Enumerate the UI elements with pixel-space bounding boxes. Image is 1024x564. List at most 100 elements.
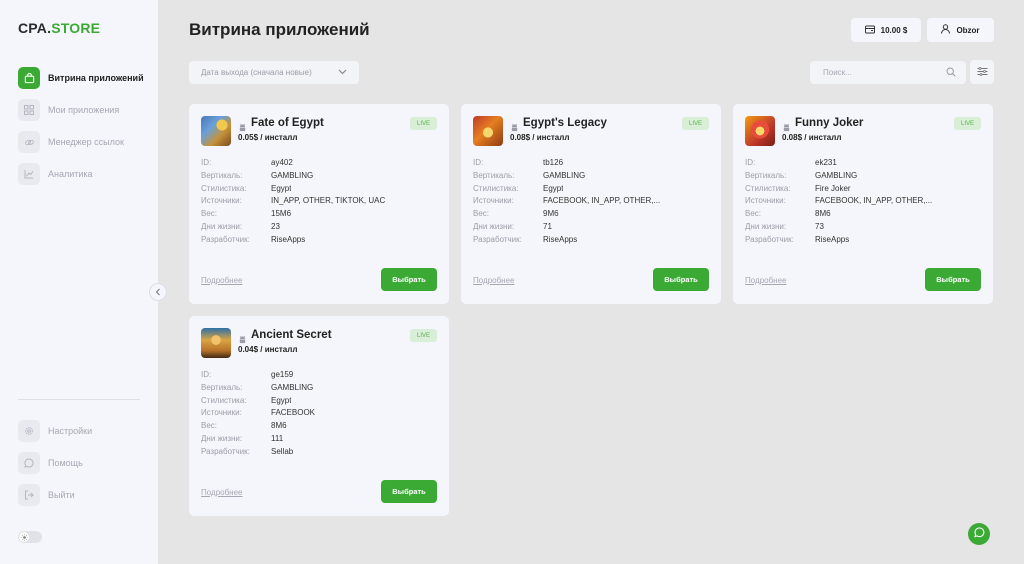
sort-select[interactable]: Дата выхода (сначала новые) [189,61,359,84]
balance-amount: 10.00 $ [880,25,908,35]
meta-value-id: ek231 [815,158,837,167]
filter-settings-button[interactable] [970,60,994,84]
select-button[interactable]: Выбрать [381,480,437,503]
select-button[interactable]: Выбрать [925,268,981,291]
live-badge: LIVE [954,117,981,130]
logo[interactable]: CPA.STORE [18,20,100,36]
meta-value-vertical: GAMBLING [815,170,858,180]
sidebar-item-logout[interactable]: Выйти [18,484,75,506]
meta-label: ID: [473,158,484,167]
sidebar-item-my-apps[interactable]: Мои приложения [18,99,119,121]
meta-row-sources: Источники: FACEBOOK, IN_APP, OTHER,... [473,196,660,209]
meta-value-weight: 8M6 [271,421,287,431]
live-badge: LIVE [410,329,437,342]
app-name: Funny Joker [795,117,864,129]
meta-label: Стилистика: [745,183,791,193]
live-badge: LIVE [410,117,437,130]
meta-label: Источники: [745,196,786,206]
select-button[interactable]: Выбрать [653,268,709,291]
app-thumbnail[interactable] [745,116,775,146]
meta-value-lifetime: 71 [543,221,552,231]
meta-label: ID: [201,370,212,379]
details-link[interactable]: Подробнее [201,276,243,285]
meta-row-lifetime: Дни жизни: 111 [201,434,315,447]
sidebar-item-settings[interactable]: Настройки [18,420,92,442]
meta-label: Источники: [201,196,242,206]
sort-select-value: Дата выхода (сначала новые) [201,68,312,77]
meta-label: Дни жизни: [201,433,243,443]
app-price: 0.05$ / инсталл [238,133,298,142]
chat-icon [973,525,985,543]
meta-value-weight: 9M6 [543,209,559,219]
meta-row-style: Стилистика: Egypt [201,396,315,409]
meta-value-developer: RiseApps [815,234,850,244]
meta-row-vertical: Вертикаль: GAMBLING [201,383,315,396]
user-menu-button[interactable]: Obzor [927,18,994,42]
meta-value-style: Egypt [271,395,292,405]
search-icon [946,66,956,79]
meta-label: Дни жизни: [473,221,515,231]
meta-label: Источники: [201,408,242,418]
app-card: Fate of Egypt 0.05$ / инсталл LIVE ID: a… [189,104,449,304]
chevron-left-icon [155,283,161,301]
select-button[interactable]: Выбрать [381,268,437,291]
meta-value-weight: 15M6 [271,209,292,219]
theme-toggle[interactable] [18,531,42,543]
meta-row-developer: Разработчик: RiseApps [201,235,385,248]
sidebar-item-help[interactable]: Помощь [18,452,83,474]
meta-label: Вертикаль: [201,382,243,392]
sidebar-item-label: Выйти [48,490,75,500]
meta-row-vertical: Вертикаль: GAMBLING [745,171,932,184]
sidebar-item-analytics[interactable]: Аналитика [18,163,93,185]
meta-value-style: Egypt [271,183,292,193]
gear-icon [18,420,40,442]
sidebar-item-link-manager[interactable]: Менеджер ссылок [18,131,124,153]
meta-value-developer: Sellab [271,446,294,456]
meta-label: Вес: [473,209,490,219]
meta-label: Вертикаль: [201,170,243,180]
user-icon [941,24,951,36]
app-meta: ID: ek231 Вертикаль: GAMBLING Стилистика… [745,158,932,248]
meta-label: Вертикаль: [745,170,787,180]
live-badge: LIVE [682,117,709,130]
meta-value-lifetime: 111 [271,433,284,443]
meta-label: Дни жизни: [745,221,787,231]
sidebar-collapse-button[interactable] [149,283,167,301]
details-link[interactable]: Подробнее [473,276,515,285]
support-chat-button[interactable] [968,523,990,545]
meta-label: Дни жизни: [201,221,243,231]
sidebar-item-label: Настройки [48,426,93,436]
balance-button[interactable]: 10.00 $ [851,18,921,42]
details-link[interactable]: Подробнее [201,488,243,497]
sidebar: CPA.STORE Витрина приложений Мои приложе… [0,0,158,564]
meta-row-developer: Разработчик: Sellab [201,447,315,460]
chart-icon [18,163,40,185]
meta-row-id: ID: tb126 [473,158,660,171]
meta-label: Источники: [473,196,514,206]
meta-row-weight: Вес: 8M6 [745,209,932,222]
meta-label: Стилистика: [201,183,247,193]
app-thumbnail[interactable] [473,116,503,146]
app-meta: ID: tb126 Вертикаль: GAMBLING Стилистика… [473,158,660,248]
meta-row-id: ID: ge159 [201,370,315,383]
meta-value-id: ay402 [271,158,293,167]
app-thumbnail[interactable] [201,116,231,146]
meta-row-developer: Разработчик: RiseApps [745,235,932,248]
sliders-icon [977,63,988,81]
app-thumbnail[interactable] [201,328,231,358]
meta-value-id: tb126 [543,158,564,167]
meta-row-lifetime: Дни жизни: 73 [745,222,932,235]
meta-value-vertical: GAMBLING [543,170,586,180]
search-input[interactable]: Поиск... [810,61,966,84]
details-link[interactable]: Подробнее [745,276,787,285]
sidebar-item-showcase[interactable]: Витрина приложений [18,67,144,89]
user-name: Obzor [956,25,980,35]
meta-value-id: ge159 [271,370,294,379]
sidebar-item-label: Менеджер ссылок [48,137,124,147]
meta-label: ID: [201,158,212,167]
meta-row-id: ID: ek231 [745,158,932,171]
app-name: Fate of Egypt [251,117,324,129]
sidebar-item-label: Помощь [48,458,83,468]
meta-value-lifetime: 73 [815,221,824,231]
meta-row-developer: Разработчик: RiseApps [473,235,660,248]
